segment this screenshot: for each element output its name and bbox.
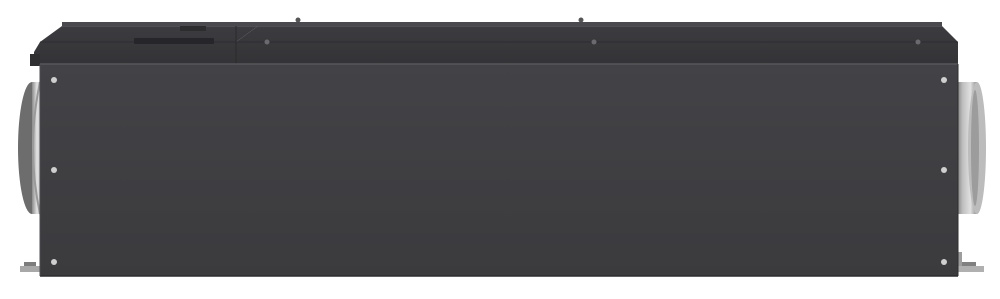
top-screw: [264, 39, 270, 45]
top-screw: [578, 17, 584, 23]
ventilation-unit-illustration: [18, 17, 986, 277]
screw: [51, 167, 57, 173]
screw: [941, 259, 947, 265]
left-lip: [30, 54, 40, 66]
top-screw: [295, 17, 301, 23]
front-panel: [39, 63, 959, 277]
top-panel: [34, 17, 958, 66]
right-duct-collar: [955, 82, 986, 214]
screw: [941, 77, 947, 83]
top-screw: [591, 39, 597, 45]
lid-handle: [134, 38, 214, 44]
top-screw: [915, 39, 921, 45]
screw: [941, 167, 947, 173]
screw: [51, 259, 57, 265]
product-photo: [0, 0, 1000, 299]
screw: [51, 77, 57, 83]
